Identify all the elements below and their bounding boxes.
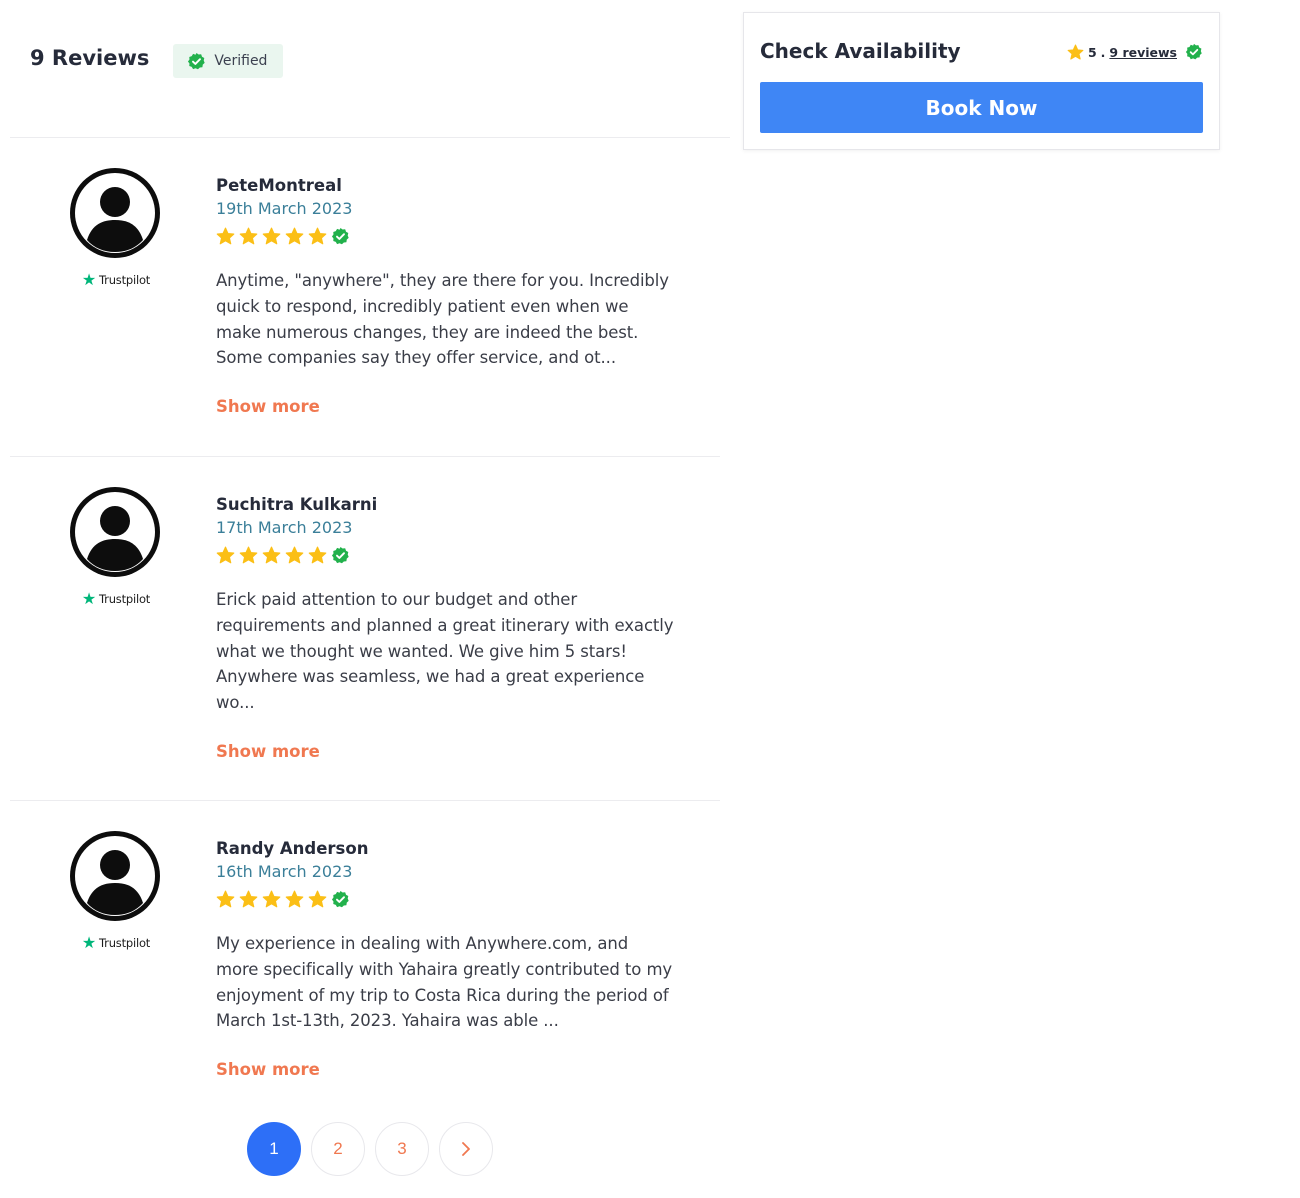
reviews-link[interactable]: 9 reviews [1109, 45, 1177, 60]
verified-label: Verified [214, 53, 268, 69]
user-icon [75, 173, 155, 253]
rating-value: 5 [1087, 44, 1097, 60]
trustpilot-logo: ★ Trustpilot [72, 935, 160, 951]
star-rating [216, 545, 706, 565]
review-item: ★ Trustpilot Randy Anderson 16th March 2… [10, 801, 720, 1101]
reviews-header: 9 Reviews Verified [10, 0, 730, 138]
trustpilot-logo: ★ Trustpilot [72, 272, 160, 288]
page-button-1[interactable]: 1 [247, 1122, 301, 1176]
trustpilot-star-icon: ★ [81, 589, 97, 608]
availability-card: Check Availability 5 . 9 reviews Book No… [743, 12, 1220, 150]
star-icon [308, 546, 327, 563]
reviews-section: 9 Reviews Verified ★ Trustpilot PeteMont… [0, 0, 730, 1101]
verified-badge: Verified [173, 44, 284, 78]
star-icon [285, 890, 304, 907]
reviewer-name: Suchitra Kulkarni [216, 495, 378, 514]
review-content: PeteMontreal 19th March 2023 Anytime, "a… [216, 176, 706, 416]
star-icon [239, 890, 258, 907]
avatar [70, 831, 160, 921]
review-text: Erick paid attention to our budget and o… [216, 590, 674, 713]
user-icon [75, 492, 155, 572]
star-rating [216, 226, 706, 246]
user-icon [75, 836, 155, 916]
reviewer-avatar-column: ★ Trustpilot [70, 168, 160, 288]
review-date: 19th March 2023 [216, 199, 353, 218]
rating-summary: 5 . 9 reviews [1067, 43, 1203, 61]
verified-check-icon [331, 890, 349, 907]
review-text: Anytime, "anywhere", they are there for … [216, 271, 669, 368]
review-item: ★ Trustpilot Suchitra Kulkarni 17th Marc… [10, 457, 720, 801]
star-icon [285, 546, 304, 563]
trustpilot-label: Trustpilot [99, 273, 151, 287]
review-content: Suchitra Kulkarni 17th March 2023 Erick … [216, 495, 706, 761]
review-text: My experience in dealing with Anywhere.c… [216, 934, 673, 1031]
page-button-2[interactable]: 2 [311, 1122, 365, 1176]
star-icon [1067, 44, 1084, 60]
reviews-count: 9 Reviews [30, 46, 150, 70]
verified-check-icon [331, 227, 349, 244]
star-icon [285, 227, 304, 244]
book-now-button[interactable]: Book Now [760, 82, 1203, 133]
reviewer-name: PeteMontreal [216, 176, 342, 195]
verified-check-icon [331, 546, 349, 563]
rating-separator: . [1100, 44, 1106, 60]
show-more-link[interactable]: Show more [216, 397, 320, 416]
avatar [70, 168, 160, 258]
verified-check-icon [188, 52, 206, 69]
star-icon [216, 890, 235, 907]
page-button-3[interactable]: 3 [375, 1122, 429, 1176]
trustpilot-label: Trustpilot [99, 936, 151, 950]
pagination: 1 2 3 [247, 1122, 493, 1176]
review-date: 17th March 2023 [216, 518, 353, 537]
trustpilot-star-icon: ★ [81, 933, 97, 952]
show-more-link[interactable]: Show more [216, 742, 320, 761]
reviewer-name: Randy Anderson [216, 839, 369, 858]
star-icon [239, 546, 258, 563]
reviewer-avatar-column: ★ Trustpilot [70, 487, 160, 607]
next-page-button[interactable] [439, 1122, 493, 1176]
star-icon [216, 546, 235, 563]
availability-title: Check Availability [760, 39, 961, 63]
chevron-right-icon [462, 1142, 470, 1156]
review-content: Randy Anderson 16th March 2023 My experi… [216, 839, 706, 1079]
star-icon [239, 227, 258, 244]
star-icon [216, 227, 235, 244]
show-more-link[interactable]: Show more [216, 1060, 320, 1079]
review-item: ★ Trustpilot PeteMontreal 19th March 202… [10, 138, 720, 457]
reviewer-avatar-column: ★ Trustpilot [70, 831, 160, 951]
trustpilot-logo: ★ Trustpilot [72, 591, 160, 607]
review-date: 16th March 2023 [216, 862, 353, 881]
page: 9 Reviews Verified ★ Trustpilot PeteMont… [0, 0, 1300, 1198]
verified-check-icon [1185, 43, 1202, 60]
star-rating [216, 889, 706, 909]
star-icon [262, 546, 281, 563]
trustpilot-star-icon: ★ [81, 270, 97, 289]
trustpilot-label: Trustpilot [99, 592, 151, 606]
avatar [70, 487, 160, 577]
star-icon [308, 227, 327, 244]
star-icon [262, 890, 281, 907]
star-icon [262, 227, 281, 244]
star-icon [308, 890, 327, 907]
